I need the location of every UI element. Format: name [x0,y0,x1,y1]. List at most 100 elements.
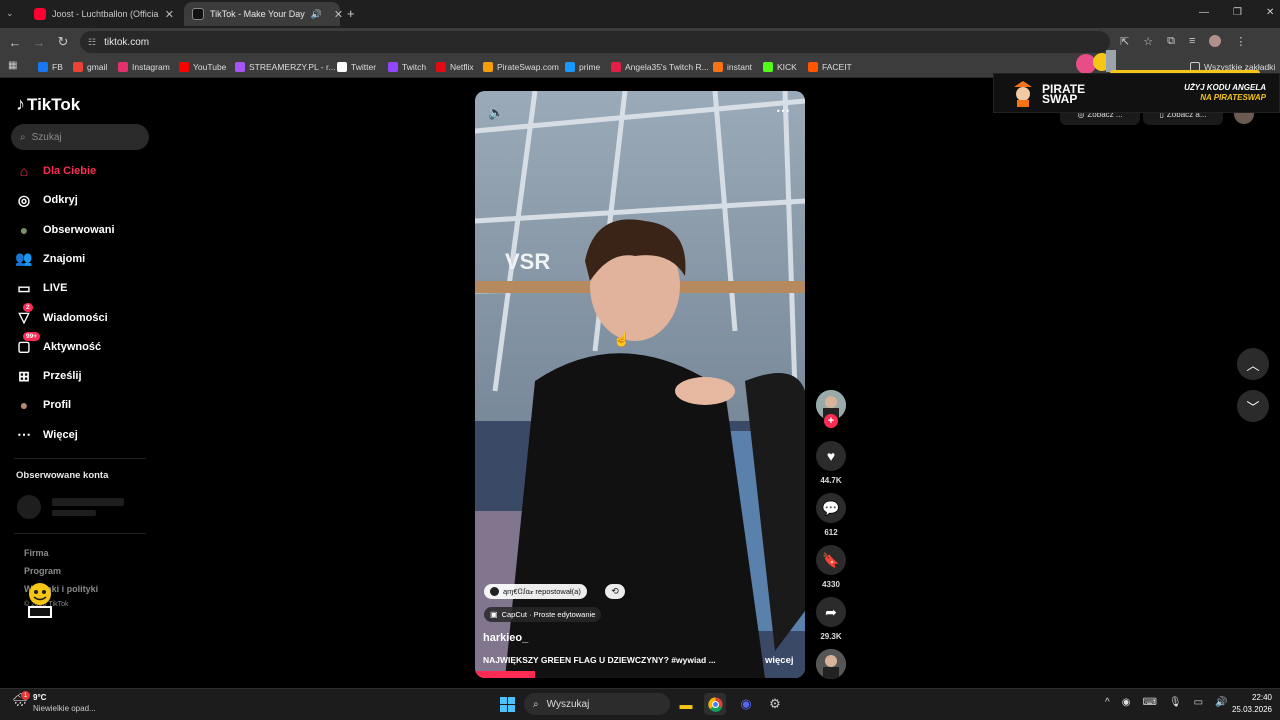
sidebar-item-obserwowani[interactable]: ● Obserwowani [15,219,115,241]
sidebar-item-label: Wiadomości [43,311,108,324]
bookmark-label: Twitter [351,62,377,72]
address-bar[interactable]: ☷ tiktok.com [80,31,1110,53]
comment-button[interactable]: 💬 [816,493,846,523]
clock-date[interactable]: 25.03.2026 [1222,705,1272,714]
forward-icon[interactable]: → [30,33,48,51]
follow-plus-icon[interactable]: + [824,414,838,428]
tab-youtube[interactable]: Joost - Luchtballon (Official Vid ✕ [26,2,182,26]
youtube-icon [34,8,46,20]
ad-line2: NA PIRATESWAP [1200,93,1266,102]
extensions-icon[interactable]: ⧉ [1167,35,1175,48]
sidebar-item-odkryj[interactable]: ◎ Odkryj [15,189,78,211]
close-window-icon[interactable]: ✕ [1266,7,1274,18]
clock-time[interactable]: 22:40 [1228,693,1272,702]
tab-title: TikTok - Make Your Day [210,9,305,19]
bookmark-item[interactable]: Instagram [118,60,170,74]
bookmark-item[interactable]: Twitch [388,60,426,74]
friends-icon: 👥 [15,250,33,267]
bookmark-item[interactable]: Twitter [337,60,376,74]
close-tab-icon[interactable]: ✕ [334,8,343,21]
bookmark-label: Twitch [402,62,427,72]
sidebar-item-aktywność[interactable]: ▢ 99+ Aktywność [15,331,101,358]
close-tab-icon[interactable]: ✕ [165,8,174,21]
sidebar-item-label: Obserwowani [43,223,115,236]
sidebar-item-wiadomości[interactable]: ▽ 2 Wiadomości [15,302,108,329]
next-video-button[interactable]: ﹀ [1237,390,1269,422]
share-icon: ➦ [825,603,837,620]
microphone-icon[interactable]: 🎙 [1169,697,1182,708]
star-icon[interactable]: ☆ [1143,35,1153,48]
footer-link-program[interactable]: Program [24,566,61,576]
volume-icon[interactable]: 🔈 [488,105,504,121]
like-button[interactable]: ♥ [816,441,846,471]
discord-tray-icon[interactable]: ◉ [1122,697,1131,708]
chevron-up-icon[interactable]: ^ [1105,697,1110,708]
sidebar-item-znajomi[interactable]: 👥 Znajomi [15,248,85,270]
sidebar-item-dla-ciebie[interactable]: ⌂ Dla Ciebie [15,160,96,182]
sidebar-item-profil[interactable]: ● Profil [15,394,71,416]
bookmark-item[interactable]: KICK [763,60,797,74]
save-button[interactable]: 🔖 [816,545,846,575]
install-icon[interactable]: ⇱ [1120,35,1129,48]
bookmark-item[interactable]: FB [38,60,63,74]
steam-icon[interactable]: ⚙ [765,693,785,715]
apps-icon[interactable]: ▦ [8,60,17,71]
capcut-chip[interactable]: ▣ CapCut · Proste edytowanie [484,607,602,622]
reading-list-icon[interactable]: ≡ [1189,35,1195,48]
taskbar-search[interactable]: ⌕ Wyszukaj [524,693,670,715]
language-icon[interactable]: ⌨ [1142,697,1156,708]
site-info-icon[interactable]: ☷ [88,37,96,48]
minimize-icon[interactable]: — [1199,7,1209,18]
comment-count: 612 [824,528,838,537]
repost-label: ąɱ€Ꮳꭍα𝓍 repostował(a) [503,586,581,596]
menu-icon[interactable]: ⋮ [1235,35,1246,48]
bookmark-item[interactable]: gmail [73,60,107,74]
search-input[interactable]: ⌕ Szukaj [11,124,149,150]
music-disc-avatar[interactable] [816,649,846,679]
sidebar-item-prześlij[interactable]: ⊞ Prześlij [15,365,81,387]
sidebar-item-więcej[interactable]: ⋯ Więcej [15,424,78,446]
restore-icon[interactable]: ❐ [1233,7,1242,18]
share-button[interactable]: ➦ [816,597,846,627]
sidebar-item-live[interactable]: ▭ LIVE [15,277,67,299]
notification-badge: 2 [23,302,33,312]
tab-search-icon[interactable]: ⌄ [6,8,14,19]
start-button[interactable] [497,693,517,715]
back-icon[interactable]: ← [6,33,24,51]
bookmark-item[interactable]: Netflix [436,60,474,74]
compass-icon: ◎ [17,191,31,208]
weather-desc: Niewielkie opad... [33,704,96,713]
video-options-icon[interactable]: ⋯ [776,102,790,119]
tiktok-logo[interactable]: ♪ TikTok [16,94,80,115]
profile-avatar-icon[interactable] [1209,35,1222,47]
footer-link-company[interactable]: Firma [24,548,49,558]
repost-icon[interactable]: ⟲ [605,584,625,599]
bookmark-favicon-icon [38,62,48,72]
bookmark-label: YouTube [193,62,227,72]
pirateswap-ad[interactable]: PIRATE SWAP UŻYJ KODU ANGELA NA PIRATESW… [993,73,1280,113]
bookmark-item[interactable]: instant [713,60,752,74]
file-explorer-icon[interactable]: ▬ [676,693,696,715]
tab-tiktok[interactable]: TikTok - Make Your Day 🔊 ✕ [184,2,343,26]
activity-icon: ▢ 99+ [15,331,41,356]
bookmark-item[interactable]: STREAMERZY.PL - r... [235,60,335,74]
video-author[interactable]: harkieo_ [483,632,528,644]
tab-title: Joost - Luchtballon (Official Vid [52,9,159,19]
share-count: 29.3K [820,632,842,641]
more-button[interactable]: więcej [765,655,794,666]
reload-icon[interactable]: ↻ [54,33,72,51]
sidebar-item-label: LIVE [43,282,68,295]
previous-video-button[interactable]: ︿ [1237,348,1269,380]
network-icon[interactable]: ▭ [1194,697,1203,708]
chrome-taskbar-icon[interactable] [704,693,726,715]
bookmark-item[interactable]: Angela35's Twitch R... [611,60,709,74]
speaker-icon[interactable]: 🔊 [311,9,322,20]
home-icon: ⌂ [19,163,29,179]
bookmark-item[interactable]: PirateSwap.com [483,60,559,74]
bookmark-item[interactable]: YouTube [179,60,226,74]
discord-icon[interactable]: ◉ [736,693,756,715]
repost-chip[interactable]: ąɱ€Ꮳꭍα𝓍 repostował(a) [484,584,587,599]
new-tab-button[interactable]: + [347,6,355,21]
bookmark-item[interactable]: FACEIT [808,60,852,74]
bookmark-item[interactable]: prime [565,60,600,74]
